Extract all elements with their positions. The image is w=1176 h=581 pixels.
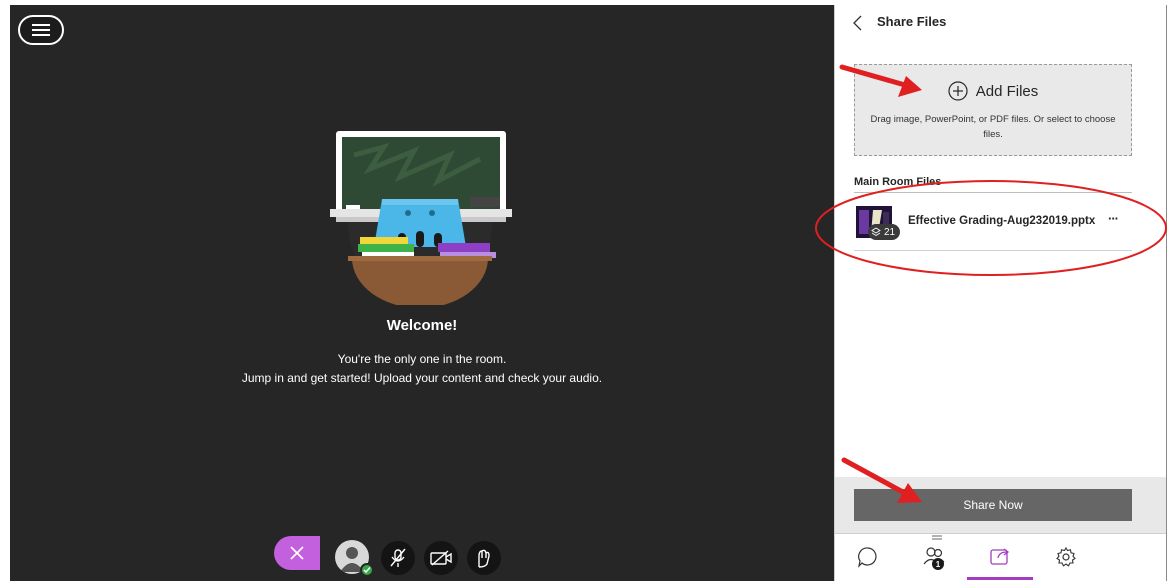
add-files-label: Add Files bbox=[975, 82, 1039, 100]
participants-count-badge: 1 bbox=[932, 558, 944, 570]
plus-circle-icon bbox=[948, 81, 968, 101]
microphone-toggle-button[interactable] bbox=[381, 541, 415, 575]
share-content-icon bbox=[990, 547, 1010, 565]
welcome-message-line-2: Jump in and get started! Upload your con… bbox=[241, 371, 603, 385]
tab-participants[interactable]: 1 bbox=[901, 534, 967, 580]
close-panel-button[interactable] bbox=[274, 536, 320, 570]
slide-count: 21 bbox=[884, 226, 896, 238]
chat-bubble-icon bbox=[858, 547, 877, 568]
welcome-message-line-1: You're the only one in the room. bbox=[337, 352, 507, 366]
frame-border bbox=[1166, 5, 1167, 581]
welcome-title: Welcome! bbox=[386, 317, 458, 334]
back-chevron-icon[interactable] bbox=[851, 14, 865, 32]
file-name: Effective Grading-Aug232019.pptx bbox=[908, 215, 1096, 227]
panel-tab-bar: 1 bbox=[835, 533, 1167, 581]
divider bbox=[854, 250, 1132, 251]
camera-off-icon bbox=[430, 550, 452, 566]
slide-count-badge: 21 bbox=[868, 224, 901, 240]
gear-icon bbox=[1056, 546, 1076, 567]
status-check-icon bbox=[360, 563, 374, 577]
share-now-button[interactable]: Share Now bbox=[854, 489, 1132, 521]
add-files-button[interactable]: Add Files bbox=[855, 81, 1131, 101]
classroom-illustration bbox=[330, 131, 512, 305]
main-stage: Welcome! You're the only one in the room… bbox=[10, 5, 834, 581]
mic-muted-icon bbox=[390, 548, 406, 567]
raise-hand-button[interactable] bbox=[467, 541, 501, 575]
panel-header: Share Files bbox=[835, 5, 1167, 41]
hamburger-icon bbox=[32, 24, 50, 36]
tab-chat[interactable] bbox=[835, 534, 901, 580]
tab-settings[interactable] bbox=[1033, 534, 1099, 580]
main-room-files-heading: Main Room Files bbox=[854, 176, 942, 188]
file-list-item[interactable]: 21 Effective Grading-Aug232019.pptx ··· bbox=[854, 202, 1132, 246]
share-files-panel: Share Files Add Files Drag image, PowerP… bbox=[834, 5, 1167, 581]
session-menu-button[interactable] bbox=[18, 15, 64, 45]
divider bbox=[854, 192, 1132, 193]
layers-icon bbox=[871, 227, 881, 237]
file-more-options-button[interactable]: ··· bbox=[1108, 211, 1119, 226]
camera-toggle-button[interactable] bbox=[424, 541, 458, 575]
panel-title: Share Files bbox=[877, 14, 947, 29]
tab-share-content[interactable] bbox=[967, 534, 1033, 580]
dropzone-hint: Drag image, PowerPoint, or PDF files. Or… bbox=[870, 114, 1116, 140]
file-dropzone[interactable]: Add Files Drag image, PowerPoint, or PDF… bbox=[854, 64, 1132, 156]
hand-raise-icon bbox=[478, 549, 490, 568]
close-icon bbox=[290, 546, 304, 560]
